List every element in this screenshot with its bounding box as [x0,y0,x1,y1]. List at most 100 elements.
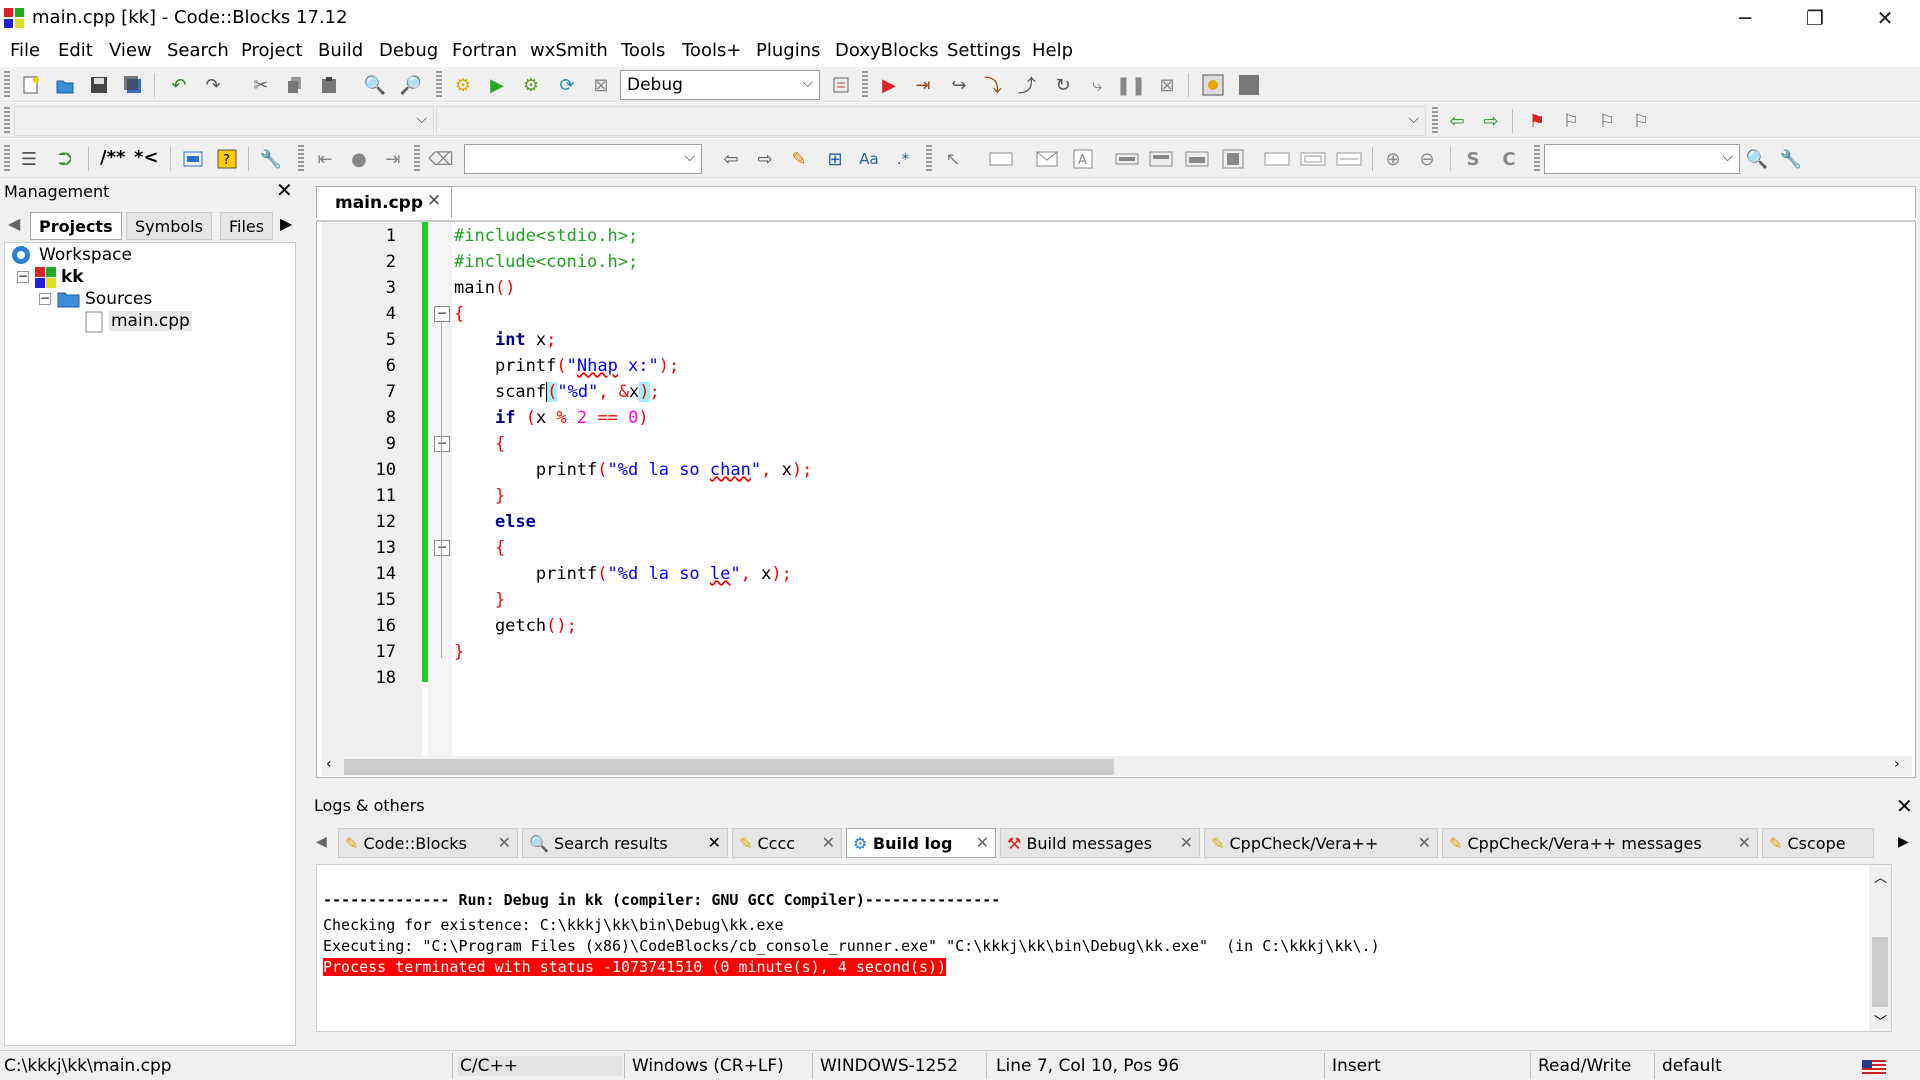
close-tab-icon[interactable]: ✕ [976,833,989,852]
function-select[interactable]: ⌵ [436,106,1426,136]
tab-scroll-right-icon[interactable]: ▶ [280,214,292,233]
menu-help[interactable]: Help [1032,40,1073,61]
tree-file-main[interactable]: main.cpp [109,311,192,331]
logs-scroll-right-icon[interactable]: ▶ [1898,834,1909,850]
toolbar-grip[interactable] [436,71,442,99]
menu-debug[interactable]: Debug [379,40,438,61]
regex-icon[interactable]: .* [890,146,916,172]
stop-debug-icon[interactable]: ⊠ [1154,72,1180,98]
wx-mail-icon[interactable] [1034,146,1060,172]
close-tab-icon[interactable]: ✕ [822,833,835,852]
tab-build-log[interactable]: ⚙ Build log ✕ [846,828,996,858]
cut-icon[interactable]: ✂ [248,72,274,98]
toolbar-grip[interactable] [926,145,932,173]
dot-icon[interactable]: ● [346,146,372,172]
next-bookmark-icon[interactable]: ⚐ [1594,108,1620,134]
incremental-search-input[interactable]: ⌵ [464,144,702,174]
wx-text-icon[interactable]: A [1070,146,1096,172]
doxywizard-icon[interactable]: ☰ [16,146,42,172]
save-icon[interactable] [86,72,112,98]
paste-icon[interactable] [316,72,342,98]
close-logs-icon[interactable]: ✕ [1896,794,1913,818]
wx-sizer3-icon[interactable] [1184,146,1210,172]
find-next-icon[interactable]: ⇨ [752,146,778,172]
close-window-button[interactable]: ✕ [1850,0,1920,36]
tree-folder-sources[interactable]: Sources [85,289,152,309]
zoom-out-icon[interactable]: ⊖ [1414,146,1440,172]
build-and-run-icon[interactable]: ⚙ [518,72,544,98]
clear-bookmarks-icon[interactable]: ⚐ [1628,108,1654,134]
tab-search-results[interactable]: 🔍 Search results ✕ [522,828,728,858]
highlight-icon[interactable]: ✎ [786,146,812,172]
wx-sizer2-icon[interactable] [1148,146,1174,172]
info-windows-icon[interactable] [1236,72,1262,98]
tab-cppcheck-messages[interactable]: ✎ CppCheck/Vera++ messages ✕ [1442,828,1758,858]
undo-icon[interactable]: ↶ [166,72,192,98]
tab-cscope[interactable]: ✎ Cscope [1762,828,1874,858]
selected-text-icon[interactable]: ⊞ [822,146,848,172]
find-icon[interactable]: 🔍 [362,72,388,98]
build-log-output[interactable]: -------------- Run: Debug in kk (compile… [316,864,1892,1032]
scrollbar-thumb[interactable] [344,759,1114,775]
toolbar-grip[interactable] [414,145,420,173]
build-target-select[interactable]: Debug ⌵ [620,70,820,100]
clear-search-icon[interactable]: ⌫ [428,146,454,172]
menu-settings[interactable]: Settings [947,40,1021,61]
run-icon[interactable]: ▶ [484,72,510,98]
tab-build-messages[interactable]: ⚒ Build messages ✕ [1000,828,1200,858]
close-tab-icon[interactable]: ✕ [708,833,721,852]
editor-horizontal-scrollbar[interactable]: ‹ › [322,756,1912,776]
wx-sizer4-icon[interactable] [1220,146,1246,172]
tab-files[interactable]: Files [220,212,274,240]
pause-icon[interactable]: ❚❚ [1116,72,1146,98]
rebuild-icon[interactable]: ⟳ [554,72,580,98]
scroll-right-icon[interactable]: › [1894,756,1900,772]
close-tab-icon[interactable]: ✕ [1738,833,1751,852]
scrollbar-thumb[interactable] [1872,937,1888,1007]
replace-icon[interactable]: 🔎 [398,72,424,98]
wx-sizer1-icon[interactable] [1114,146,1140,172]
build-options-icon[interactable] [828,72,854,98]
tree-project[interactable]: kk [61,267,84,287]
log-vertical-scrollbar[interactable]: ︿ ﹀ [1869,865,1891,1031]
prev-icon[interactable]: ⇤ [312,146,338,172]
close-tab-icon[interactable]: ✕ [427,191,441,211]
block-comment-button[interactable]: /** [100,147,125,168]
tab-codeblocks-log[interactable]: ✎ Code::Blocks ✕ [338,828,518,858]
toolbar-grip[interactable] [1534,145,1540,173]
scroll-down-icon[interactable]: ﹀ [1874,1011,1887,1030]
extract-docs-icon[interactable]: ⮊ [52,146,78,172]
copy-icon[interactable] [282,72,308,98]
menu-fortran[interactable]: Fortran [452,40,517,61]
fold-toggle-icon[interactable]: − [434,436,450,452]
logs-scroll-left-icon[interactable]: ◀ [316,834,327,850]
toggle-bookmark-icon[interactable]: ⚑ [1524,108,1550,134]
editor-tab-main[interactable]: main.cpp ✕ [316,186,452,218]
search-go-icon[interactable]: 🔍 [1744,146,1770,172]
toolbar-grip[interactable] [1432,107,1438,135]
menu-file[interactable]: File [10,40,40,61]
tree-workspace[interactable]: Workspace [39,245,132,265]
restore-button[interactable]: ❐ [1780,0,1850,36]
run-html-icon[interactable] [180,146,206,172]
find-prev-icon[interactable]: ⇦ [718,146,744,172]
run-to-cursor-icon[interactable]: ⇥ [910,72,936,98]
jump-forward-icon[interactable]: ⇨ [1478,108,1504,134]
close-tab-icon[interactable]: ✕ [1180,833,1193,852]
menu-project[interactable]: Project [241,40,303,61]
wx-frame1-icon[interactable] [1264,146,1290,172]
collapse-project-icon[interactable]: − [17,270,29,283]
menu-doxyblocks[interactable]: DoxyBlocks [835,40,939,61]
tab-cccc[interactable]: ✎ Cccc ✕ [732,828,842,858]
scroll-up-icon[interactable]: ︿ [1874,867,1887,886]
menu-tools-plus[interactable]: Tools+ [682,40,741,61]
jump-back-icon[interactable]: ⇦ [1444,108,1470,134]
pointer-icon[interactable]: ↖ [940,146,966,172]
scope-select[interactable]: ⌵ [14,106,434,136]
menu-build[interactable]: Build [318,40,363,61]
step-into-icon[interactable]: ⤵ [980,72,1006,98]
fold-toggle-icon[interactable]: − [434,540,450,556]
close-tab-icon[interactable]: ✕ [498,833,511,852]
menu-edit[interactable]: Edit [58,40,93,61]
new-file-icon[interactable] [18,72,44,98]
